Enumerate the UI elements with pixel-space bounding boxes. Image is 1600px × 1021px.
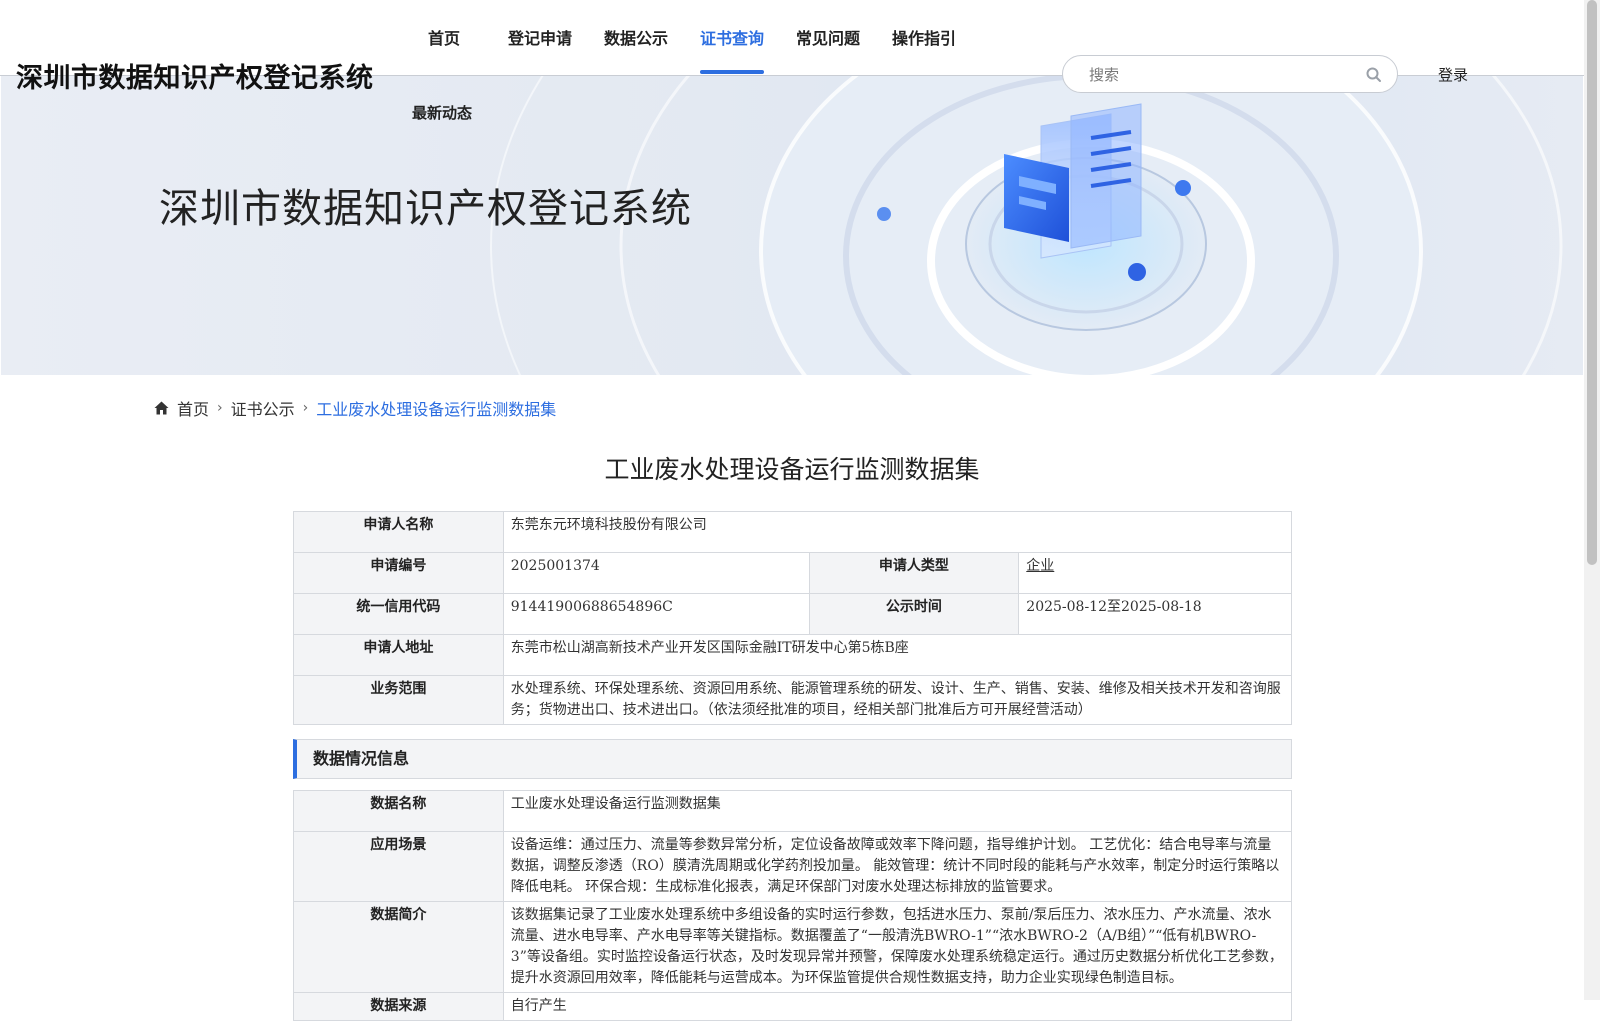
chevron-right-icon: › — [217, 400, 223, 416]
table-row: 应用场景 设备运维：通过压力、流量等参数异常分析，定位设备故障或效率下降问题，指… — [293, 831, 1293, 902]
publicity-time-label: 公示时间 — [808, 593, 1020, 635]
search-icon[interactable] — [1365, 66, 1383, 84]
data-info-table: 数据名称 工业废水处理设备运行监测数据集 应用场景 设备运维：通过压力、流量等参… — [293, 790, 1293, 1021]
table-row: 统一信用代码 91441900688654896C 公示时间 2025-08-1… — [293, 593, 1292, 635]
credit-code-label: 统一信用代码 — [293, 593, 504, 635]
applicant-name-value: 东莞东元环境科技股份有限公司 — [502, 511, 1293, 553]
breadcrumb: 首页 › 证书公示 › 工业废水处理设备运行监测数据集 — [154, 396, 556, 420]
banner-title: 深圳市数据知识产权登记系统 — [159, 186, 692, 232]
nav-register-apply[interactable]: 登记申请 — [508, 25, 572, 49]
scrollbar-thumb[interactable] — [1587, 0, 1597, 565]
data-source-label: 数据来源 — [293, 992, 504, 1021]
active-nav-indicator — [700, 70, 764, 74]
chevron-right-icon: › — [302, 400, 309, 416]
business-scope-value: 水处理系统、环保处理系统、资源回用系统、能源管理系统的研发、设计、生产、销售、安… — [502, 675, 1293, 725]
application-scene-value: 设备运维：通过压力、流量等参数异常分析，定位设备故障或效率下降问题，指导维护计划… — [502, 831, 1293, 902]
data-name-value: 工业废水处理设备运行监测数据集 — [502, 790, 1293, 832]
table-row: 业务范围 水处理系统、环保处理系统、资源回用系统、能源管理系统的研发、设计、生产… — [293, 675, 1293, 725]
applicant-type-label: 申请人类型 — [808, 552, 1020, 594]
table-row: 申请编号 2025001374 申请人类型 企业 — [293, 552, 1292, 594]
nav-latest-news[interactable]: 最新动态 — [412, 102, 472, 123]
data-intro-value: 该数据集记录了工业废水处理系统中多组设备的实时运行参数，包括进水压力、泵前/泵后… — [502, 901, 1293, 993]
application-number-value: 2025001374 — [502, 552, 810, 594]
table-row: 申请人地址 东莞市松山湖高新技术产业开发区国际金融IT研发中心第5栋B座 — [293, 634, 1293, 676]
applicant-name-label: 申请人名称 — [293, 511, 504, 553]
login-link[interactable]: 登录 — [1438, 64, 1468, 85]
applicant-address-label: 申请人地址 — [293, 634, 504, 676]
breadcrumb-certificate-publicity[interactable]: 证书公示 — [231, 396, 295, 420]
applicant-type-value[interactable]: 企业 — [1026, 558, 1054, 574]
business-scope-label: 业务范围 — [293, 675, 504, 725]
table-row: 数据来源 自行产生 — [293, 992, 1293, 1021]
home-icon[interactable] — [154, 401, 169, 415]
hero-banner: 深圳市数据知识产权登记系统 — [1, 76, 1583, 375]
breadcrumb-home[interactable]: 首页 — [177, 396, 209, 420]
search-input[interactable] — [1087, 64, 1351, 86]
nav-home[interactable]: 首页 — [428, 25, 460, 49]
data-source-value: 自行产生 — [502, 992, 1293, 1021]
nav-data-publicity[interactable]: 数据公示 — [604, 25, 668, 49]
nav-guide[interactable]: 操作指引 — [892, 25, 956, 49]
data-info-section-heading: 数据情况信息 — [293, 739, 1292, 779]
publicity-time-value: 2025-08-12至2025-08-18 — [1018, 593, 1292, 635]
table-row: 数据简介 该数据集记录了工业废水处理系统中多组设备的实时运行参数，包括进水压力、… — [293, 901, 1293, 993]
application-number-label: 申请编号 — [293, 552, 504, 594]
breadcrumb-current[interactable]: 工业废水处理设备运行监测数据集 — [316, 396, 556, 420]
page-title: 工业废水处理设备运行监测数据集 — [604, 455, 980, 484]
application-scene-label: 应用场景 — [293, 831, 504, 902]
page-scrollbar[interactable] — [1584, 0, 1600, 1000]
credit-code-value: 91441900688654896C — [502, 593, 810, 635]
search-box — [1062, 55, 1398, 93]
nav-faq[interactable]: 常见问题 — [796, 25, 860, 49]
table-row: 数据名称 工业废水处理设备运行监测数据集 — [293, 790, 1293, 832]
data-intro-label: 数据简介 — [293, 901, 504, 993]
table-row: 申请人名称 东莞东元环境科技股份有限公司 — [293, 511, 1293, 553]
applicant-info-table: 申请人名称 东莞东元环境科技股份有限公司 申请编号 2025001374 申请人… — [293, 511, 1293, 725]
data-name-label: 数据名称 — [293, 790, 504, 832]
applicant-address-value: 东莞市松山湖高新技术产业开发区国际金融IT研发中心第5栋B座 — [502, 634, 1293, 676]
nav-certificate-query[interactable]: 证书查询 — [700, 25, 764, 49]
